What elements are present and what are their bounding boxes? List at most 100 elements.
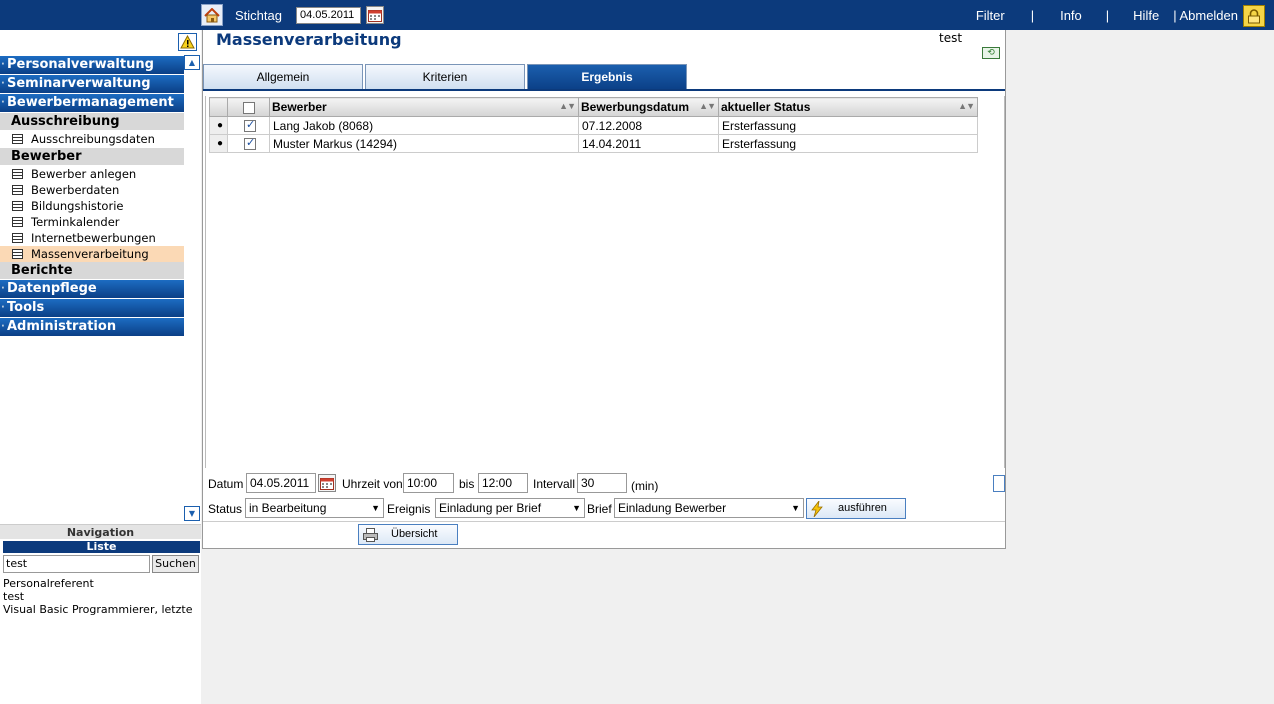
scroll-up-button[interactable]: ▲: [184, 55, 200, 70]
scroll-down-button[interactable]: ▼: [184, 506, 200, 521]
row-marker: ●: [209, 134, 228, 153]
side-toggle[interactable]: [993, 475, 1005, 492]
table-row[interactable]: ● Muster Markus (14294) 14.04.2011 Erste…: [209, 134, 978, 153]
menu-personalverwaltung[interactable]: Personalverwaltung: [0, 56, 184, 74]
logout-button[interactable]: [1243, 5, 1265, 27]
datum-input[interactable]: 04.05.2011: [246, 473, 316, 493]
list-icon: [12, 185, 23, 195]
search-input[interactable]: test: [3, 555, 150, 573]
menu-item-massenverarbeitung[interactable]: Massenverarbeitung: [0, 246, 184, 262]
menu-item-internetbewerbungen[interactable]: Internetbewerbungen: [0, 230, 184, 246]
menu-item-label: Bildungshistorie: [31, 199, 124, 213]
dropdown-arrow-icon: ▼: [572, 503, 581, 513]
filter-link[interactable]: Filter: [976, 8, 1005, 23]
menu-tools[interactable]: Tools: [0, 299, 184, 317]
tab-allgemein[interactable]: Allgemein: [203, 64, 363, 90]
datum-calendar-button[interactable]: [318, 474, 336, 492]
list-item[interactable]: Personalreferent: [3, 577, 201, 590]
refresh-icon[interactable]: ⟲: [982, 47, 1000, 59]
printer-icon: [363, 528, 378, 542]
warning-button[interactable]: [178, 33, 197, 51]
list-icon: [12, 233, 23, 243]
column-header-status[interactable]: aktueller Status ▲▼: [718, 97, 978, 117]
top-navigation: Filter | Info | Hilfe | Abmelden: [976, 8, 1238, 23]
menu-item-bewerber-anlegen[interactable]: Bewerber anlegen: [0, 166, 184, 182]
sort-icon[interactable]: ▲▼: [699, 101, 716, 111]
list-icon: [12, 134, 23, 144]
list-item[interactable]: Visual Basic Programmierer, letzte: [3, 603, 201, 616]
menu-item-label: Terminkalender: [31, 215, 120, 229]
lightning-icon: [811, 501, 823, 517]
menu-item-bildungshistorie[interactable]: Bildungshistorie: [0, 198, 184, 214]
menu-datenpflege[interactable]: Datenpflege: [0, 280, 184, 298]
arrow-down-icon: ▼: [188, 509, 196, 518]
row-checkbox-cell: [227, 134, 270, 153]
intervall-input[interactable]: 30: [577, 473, 627, 493]
uebersicht-button[interactable]: Übersicht: [358, 524, 458, 545]
hilfe-link[interactable]: Hilfe: [1133, 8, 1159, 23]
navigation-menu: Personalverwaltung Seminarverwaltung Bew…: [0, 56, 184, 337]
liste-label: Liste: [3, 541, 200, 553]
menu-group-ausschreibung[interactable]: Ausschreibung: [0, 113, 184, 130]
sort-icon[interactable]: ▲▼: [958, 101, 975, 111]
abmelden-link[interactable]: | Abmelden: [1173, 8, 1238, 23]
brief-label: Brief: [587, 502, 612, 516]
menu-administration[interactable]: Administration: [0, 318, 184, 336]
menu-item-terminkalender[interactable]: Terminkalender: [0, 214, 184, 230]
column-header-bewerbungsdatum[interactable]: Bewerbungsdatum ▲▼: [578, 97, 719, 117]
info-link[interactable]: Info: [1060, 8, 1082, 23]
cell-status: Ersterfassung: [718, 134, 978, 153]
row-marker-header: [209, 97, 228, 117]
menu-bewerbermanagement[interactable]: Bewerbermanagement: [0, 94, 184, 112]
search-button[interactable]: Suchen: [152, 555, 199, 573]
ereignis-label: Ereignis: [387, 502, 431, 516]
column-header-bewerber[interactable]: Bewerber ▲▼: [269, 97, 579, 117]
tab-kriterien[interactable]: Kriterien: [365, 64, 525, 90]
list-item[interactable]: test: [3, 590, 201, 603]
sidebar: ▲ ▼ Personalverwaltung Seminarverwaltung…: [0, 30, 201, 704]
list-icon: [12, 217, 23, 227]
uhrzeit-von-input[interactable]: 10:00: [403, 473, 454, 493]
row-checkbox[interactable]: [244, 118, 256, 133]
menu-item-label: Internetbewerbungen: [31, 231, 156, 245]
menu-item-label: Massenverarbeitung: [31, 247, 149, 261]
list-icon: [12, 169, 23, 179]
sort-icon[interactable]: ▲▼: [559, 101, 576, 111]
navigation-label[interactable]: Navigation: [0, 524, 201, 539]
ausfuehren-label: ausführen: [838, 502, 887, 514]
menu-item-bewerberdaten[interactable]: Bewerberdaten: [0, 182, 184, 198]
brief-select[interactable]: Einladung Bewerber ▼: [614, 498, 804, 518]
bis-label: bis: [459, 477, 475, 491]
table-row[interactable]: ● Lang Jakob (8068) 07.12.2008 Ersterfas…: [209, 116, 978, 135]
stichtag-label: Stichtag: [235, 8, 282, 23]
stichtag-input[interactable]: 04.05.2011: [296, 7, 361, 24]
menu-seminarverwaltung[interactable]: Seminarverwaltung: [0, 75, 184, 93]
list-icon: [12, 201, 23, 211]
list-icon: [12, 249, 23, 259]
main-panel: Massenverarbeitung test ⟲ Allgemein Krit…: [202, 30, 1006, 549]
ausfuehren-button[interactable]: ausführen: [806, 498, 906, 519]
warning-icon: [180, 35, 195, 49]
home-icon: [204, 7, 220, 22]
bis-input[interactable]: 12:00: [478, 473, 528, 493]
ereignis-select[interactable]: Einladung per Brief ▼: [435, 498, 585, 518]
row-checkbox-cell: [227, 116, 270, 135]
top-bar: Stichtag 04.05.2011 Filter | Info | Hilf…: [0, 0, 1274, 30]
row-marker: ●: [209, 116, 228, 135]
cell-status: Ersterfassung: [718, 116, 978, 135]
row-checkbox[interactable]: [244, 136, 256, 151]
menu-item-label: Bewerber anlegen: [31, 167, 137, 181]
uhrzeit-label: Uhrzeit von: [342, 477, 403, 491]
home-button[interactable]: [201, 4, 223, 26]
status-select[interactable]: in Bearbeitung ▼: [245, 498, 384, 518]
user-label: test: [939, 31, 963, 45]
menu-group-berichte[interactable]: Berichte: [0, 262, 184, 279]
menu-item-ausschreibungsdaten[interactable]: Ausschreibungsdaten: [0, 131, 184, 147]
page-title: Massenverarbeitung: [216, 30, 402, 49]
menu-group-bewerber[interactable]: Bewerber: [0, 148, 184, 165]
results-grid-area: Bewerber ▲▼ Bewerbungsdatum ▲▼ aktueller S…: [205, 96, 1005, 468]
select-all-checkbox[interactable]: [242, 101, 255, 114]
tab-ergebnis[interactable]: Ergebnis: [527, 64, 687, 90]
lock-icon: [1248, 8, 1260, 23]
stichtag-calendar-button[interactable]: [366, 6, 384, 24]
